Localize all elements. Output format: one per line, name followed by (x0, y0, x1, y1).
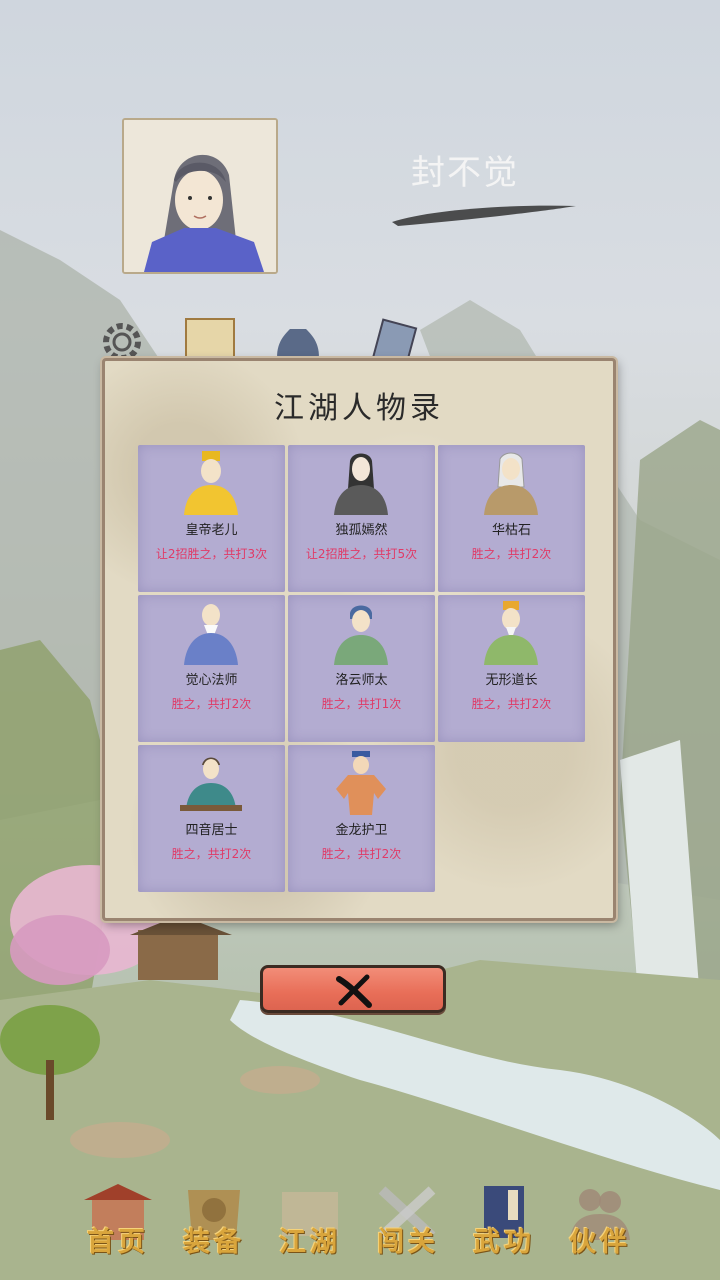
character-card[interactable]: 皇帝老儿 让2招胜之，共打3次 (138, 445, 285, 592)
character-grid: 皇帝老儿 让2招胜之，共打3次 独孤嫣然 让2招胜之，共打5次 华枯石 胜之，共… (138, 445, 586, 892)
long-haired-woman-figure-icon (334, 453, 388, 515)
battle-record: 胜之，共打1次 (321, 697, 402, 711)
character-name: 四音居士 (185, 823, 238, 838)
nun-figure-icon (334, 605, 388, 665)
character-card[interactable]: 觉心法师 胜之，共打2次 (138, 595, 285, 742)
musician-figure-icon (180, 757, 242, 811)
battle-record: 胜之，共打2次 (321, 847, 402, 861)
character-name: 皇帝老儿 (185, 523, 238, 538)
swordsman-avatar-icon (124, 120, 276, 272)
battle-record: 胜之，共打2次 (471, 697, 552, 711)
close-x-icon (336, 974, 372, 1008)
character-record-dialog: 江湖人物录 皇帝老儿 让2招胜之，共打3次 独孤嫣然 让2招胜之，共打5次 华枯… (102, 358, 616, 921)
white-haired-elder-figure-icon (484, 452, 538, 515)
battle-record: 让2招胜之，共打3次 (155, 547, 268, 561)
nav-equipment[interactable]: 装备 (164, 1170, 264, 1270)
character-name: 独孤嫣然 (335, 523, 388, 538)
nav-label: 武功 (473, 1227, 535, 1258)
nav-label: 江湖 (279, 1227, 341, 1258)
battle-record: 胜之，共打2次 (171, 697, 252, 711)
nav-label: 伙伴 (569, 1227, 631, 1258)
nav-home[interactable]: 首页 (68, 1170, 168, 1270)
bald-monk-figure-icon (184, 604, 238, 665)
battle-record: 胜之，共打2次 (471, 547, 552, 561)
character-name: 金龙护卫 (335, 823, 388, 838)
ink-brush-stroke (392, 205, 576, 226)
character-name: 觉心法师 (185, 673, 238, 688)
close-button[interactable] (260, 965, 446, 1013)
character-card[interactable]: 独孤嫣然 让2招胜之，共打5次 (288, 445, 435, 592)
nav-martial-arts[interactable]: 武功 (454, 1170, 554, 1270)
battle-record: 让2招胜之，共打5次 (305, 547, 418, 561)
battle-record: 胜之，共打2次 (171, 847, 252, 861)
character-name: 华枯石 (491, 523, 531, 538)
character-card[interactable]: 金龙护卫 胜之，共打2次 (288, 745, 435, 892)
player-portrait[interactable] (122, 118, 278, 274)
character-card[interactable]: 无形道长 胜之，共打2次 (438, 595, 585, 742)
nav-label: 闯关 (377, 1227, 439, 1258)
character-card[interactable]: 洛云师太 胜之，共打1次 (288, 595, 435, 742)
dialog-title: 江湖人物录 (274, 391, 444, 426)
player-name: 封不觉 (411, 153, 519, 193)
nav-jianghu[interactable]: 江湖 (260, 1170, 360, 1270)
character-name: 洛云师太 (335, 673, 388, 688)
nav-companions[interactable]: 伙伴 (550, 1170, 650, 1270)
emperor-figure-icon (184, 451, 238, 515)
character-card[interactable]: 华枯石 胜之，共打2次 (438, 445, 585, 592)
character-name: 无形道长 (485, 673, 538, 688)
taoist-figure-icon (484, 601, 538, 665)
bottom-navigation: 首页 装备 江湖 闯关 武功 伙伴 (0, 1170, 720, 1280)
nav-label: 装备 (183, 1227, 245, 1258)
guard-figure-icon (336, 751, 386, 815)
nav-label: 首页 (87, 1227, 149, 1258)
character-card[interactable]: 四音居士 胜之，共打2次 (138, 745, 285, 892)
nav-challenge[interactable]: 闯关 (358, 1170, 458, 1270)
